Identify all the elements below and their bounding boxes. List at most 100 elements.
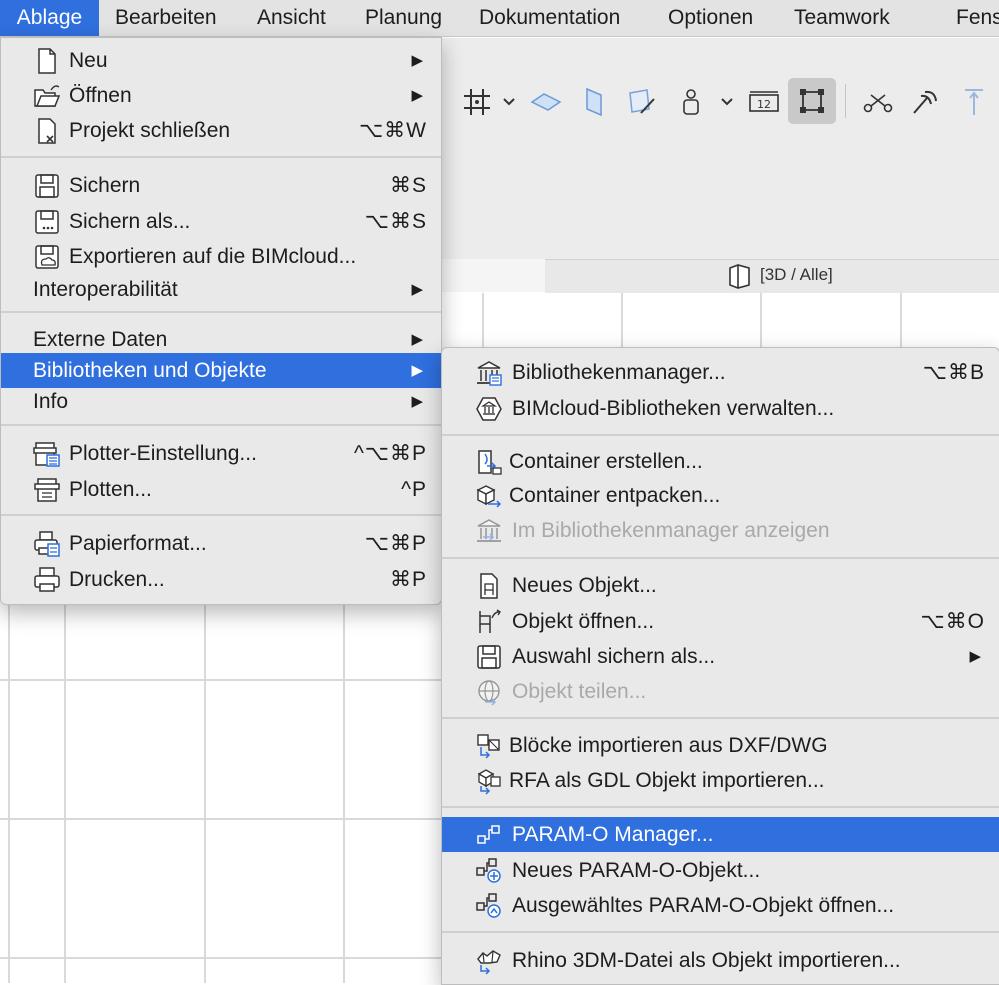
menu-item-param-o-manager[interactable]: PARAM-O Manager...	[442, 817, 999, 852]
container-create-icon	[475, 448, 503, 476]
save-as-icon	[33, 208, 61, 236]
open-param-o-icon	[475, 892, 503, 920]
param-o-manager-icon	[475, 821, 503, 849]
menubar-item-dokumentation[interactable]: Dokumentation	[479, 0, 620, 36]
toolbar: 12	[440, 74, 999, 130]
menu-item-container-entpacken[interactable]: Container entpacken...	[442, 478, 999, 513]
menu-item-info[interactable]: Info ▶	[1, 384, 441, 419]
menu-item-param-o-objekt-oeffnen[interactable]: Ausgewähltes PARAM-O-Objekt öffnen...	[442, 888, 999, 923]
import-rhino-icon	[475, 947, 503, 975]
chevron-down-icon[interactable]	[716, 84, 738, 120]
menu-item-bimcloud-bibliotheken[interactable]: BIMcloud-Bibliotheken verwalten...	[442, 391, 999, 426]
submenu-arrow-icon: ▶	[411, 331, 423, 348]
menu-item-im-bibliothekenmanager-anzeigen: Im Bibliothekenmanager anzeigen	[442, 513, 999, 548]
menubar-item-ablage[interactable]: Ablage	[0, 0, 99, 36]
menu-item-oeffnen[interactable]: Öffnen ▶	[1, 78, 441, 113]
view-tab-label[interactable]: [3D / Alle]	[760, 265, 833, 285]
printer-icon	[33, 566, 61, 594]
menu-separator	[1, 311, 441, 313]
save-icon	[33, 172, 61, 200]
figure-icon[interactable]	[676, 84, 706, 120]
submenu-arrow-icon: ▶	[411, 52, 423, 69]
grid-snap-icon[interactable]	[458, 84, 496, 120]
menubar-item-bearbeiten[interactable]: Bearbeiten	[115, 0, 217, 36]
menubar-item-ansicht[interactable]: Ansicht	[257, 0, 326, 36]
menubar-item-planung[interactable]: Planung	[365, 0, 442, 36]
close-document-icon	[33, 117, 61, 145]
menu-item-container-erstellen[interactable]: Container erstellen...	[442, 444, 999, 479]
menu-item-sichern[interactable]: Sichern ⌘S	[1, 168, 441, 203]
chevron-down-icon[interactable]	[498, 84, 520, 120]
menu-separator	[1, 156, 441, 158]
share-object-icon	[475, 678, 503, 706]
svg-text:12: 12	[757, 98, 771, 111]
bimcloud-library-icon	[475, 395, 503, 423]
tab-bar-left	[440, 259, 545, 292]
import-rfa-icon	[475, 767, 503, 795]
toolbar-area	[440, 38, 999, 260]
menu-item-neues-objekt[interactable]: Neues Objekt...	[442, 568, 999, 603]
menu-item-bibliothekenmanager[interactable]: Bibliothekenmanager... ⌥⌘B	[442, 355, 999, 390]
menu-item-auswahl-sichern-als[interactable]: Auswahl sichern als... ▶	[442, 639, 999, 674]
menu-item-interoperabilitaet[interactable]: Interoperabilität ▶	[1, 272, 441, 307]
menu-item-plotter-einstellung[interactable]: Plotter-Einstellung... ^⌥⌘P	[1, 436, 441, 471]
wall-plane-icon[interactable]	[576, 84, 612, 120]
submenu-arrow-icon: ▶	[411, 87, 423, 104]
save-selection-icon	[475, 643, 503, 671]
new-object-icon	[475, 572, 503, 600]
library-manager-icon	[475, 359, 503, 387]
menu-separator	[442, 806, 999, 808]
submenu-arrow-icon: ▶	[411, 393, 423, 410]
edit-plane-icon[interactable]	[624, 84, 660, 120]
menu-item-drucken[interactable]: Drucken... ⌘P	[1, 562, 441, 597]
plotter-icon	[33, 476, 61, 504]
page-setup-icon	[33, 530, 61, 558]
magic-wand-icon[interactable]	[906, 84, 942, 120]
import-dxf-icon	[475, 732, 503, 760]
menu-item-bloecke-importieren[interactable]: Blöcke importieren aus DXF/DWG	[442, 728, 999, 763]
selection-frame-icon[interactable]	[788, 78, 836, 124]
toolbar-divider	[845, 84, 846, 118]
menu-item-plotten[interactable]: Plotten... ^P	[1, 472, 441, 507]
menu-item-rfa-importieren[interactable]: RFA als GDL Objekt importieren...	[442, 763, 999, 798]
menu-item-neu[interactable]: Neu ▶	[1, 43, 441, 78]
open-object-icon	[475, 608, 503, 636]
bibliotheken-submenu: Bibliothekenmanager... ⌥⌘B BIMcloud-Bibl…	[441, 347, 999, 985]
submenu-arrow-icon: ▶	[411, 362, 423, 379]
open-folder-icon	[33, 82, 61, 110]
plotter-setup-icon	[33, 440, 61, 468]
container-extract-icon	[475, 482, 503, 510]
elevation-icon[interactable]	[956, 84, 992, 120]
export-cloud-icon	[33, 243, 61, 271]
menu-separator	[1, 514, 441, 516]
menubar-item-teamwork[interactable]: Teamwork	[794, 0, 890, 36]
menu-item-bibliotheken-und-objekte[interactable]: Bibliotheken und Objekte ▶	[1, 353, 441, 388]
menu-separator	[442, 717, 999, 719]
menu-item-sichern-als[interactable]: Sichern als... ⌥⌘S	[1, 204, 441, 239]
menu-item-externe-daten[interactable]: Externe Daten ▶	[1, 322, 441, 357]
menu-item-objekt-oeffnen[interactable]: Objekt öffnen... ⌥⌘O	[442, 604, 999, 639]
menu-item-exportieren-bimcloud[interactable]: Exportieren auf die BIMcloud...	[1, 239, 441, 274]
measure-icon[interactable]: 12	[746, 84, 782, 120]
scissors-icon[interactable]	[860, 84, 896, 120]
new-param-o-icon	[475, 857, 503, 885]
menu-item-rhino-importieren[interactable]: Rhino 3DM-Datei als Objekt importieren..…	[442, 943, 999, 978]
menu-separator	[442, 557, 999, 559]
menu-bar: Ablage Bearbeiten Ansicht Planung Dokume…	[0, 0, 999, 37]
submenu-arrow-icon: ▶	[969, 648, 981, 665]
menu-item-papierformat[interactable]: Papierformat... ⌥⌘P	[1, 526, 441, 561]
menubar-item-fenster[interactable]: Fenste	[956, 0, 999, 36]
3d-view-icon	[727, 263, 753, 294]
submenu-arrow-icon: ▶	[411, 281, 423, 298]
menu-separator	[442, 434, 999, 436]
new-document-icon	[33, 47, 61, 75]
menu-item-objekt-teilen: Objekt teilen...	[442, 674, 999, 709]
slab-plane-icon[interactable]	[528, 84, 564, 120]
ablage-menu: Neu ▶ Öffnen ▶ Projekt schließen ⌥⌘W Sic…	[0, 37, 442, 605]
menu-separator	[442, 931, 999, 933]
show-in-library-icon	[475, 517, 503, 545]
menubar-item-optionen[interactable]: Optionen	[668, 0, 753, 36]
menu-separator	[1, 424, 441, 426]
menu-item-projekt-schliessen[interactable]: Projekt schließen ⌥⌘W	[1, 113, 441, 148]
menu-item-neues-param-o-objekt[interactable]: Neues PARAM-O-Objekt...	[442, 853, 999, 888]
